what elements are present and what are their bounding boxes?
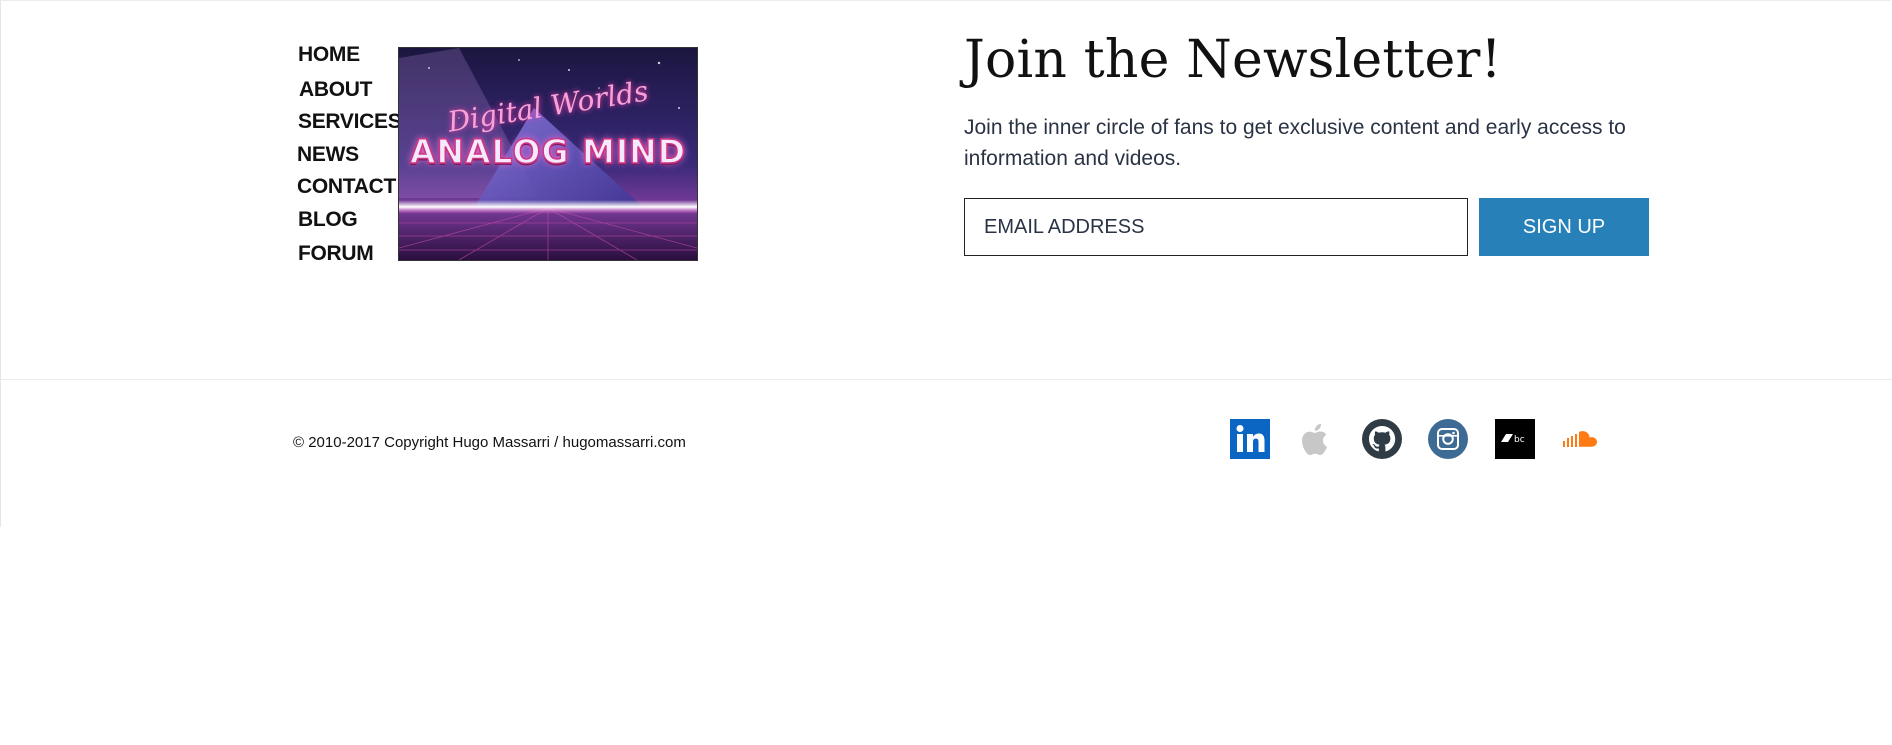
email-input[interactable] — [964, 198, 1468, 256]
svg-text:bc: bc — [1514, 435, 1525, 445]
nav-item-services[interactable]: SERVICES — [298, 111, 402, 132]
nav-item-blog[interactable]: BLOG — [298, 209, 358, 230]
newsletter-title: Join the Newsletter! — [964, 30, 1502, 90]
promo-banner-image: Digital Worlds ANALOG MIND — [398, 47, 698, 261]
nav-item-home[interactable]: HOME — [298, 44, 360, 65]
copyright-text: © 2010-2017 Copyright Hugo Massarri / hu… — [293, 434, 686, 451]
bandcamp-icon[interactable]: bc — [1495, 419, 1535, 459]
page-frame — [0, 0, 1891, 527]
linkedin-icon[interactable] — [1230, 419, 1270, 459]
nav-item-contact[interactable]: CONTACT — [297, 176, 396, 197]
instagram-icon[interactable] — [1428, 419, 1468, 459]
signup-button[interactable]: SIGN UP — [1479, 198, 1649, 256]
footer-divider — [0, 379, 1892, 380]
soundcloud-icon[interactable] — [1561, 419, 1601, 459]
nav-item-news[interactable]: NEWS — [297, 144, 359, 165]
promo-title: ANALOG MIND — [409, 131, 687, 172]
nav-item-forum[interactable]: FORUM — [298, 243, 374, 264]
newsletter-description: Join the inner circle of fans to get exc… — [964, 116, 1626, 170]
apple-icon[interactable] — [1296, 419, 1336, 459]
nav-item-about[interactable]: ABOUT — [299, 79, 372, 100]
github-icon[interactable] — [1362, 419, 1402, 459]
